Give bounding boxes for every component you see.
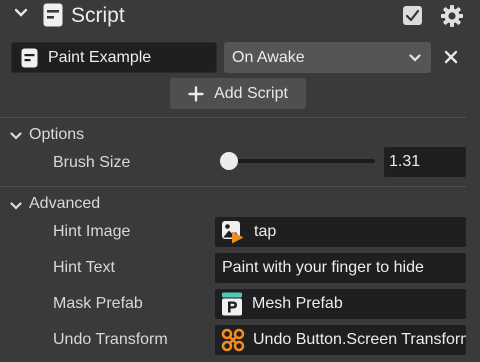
gear-icon[interactable] (440, 4, 464, 33)
brush-size-label: Brush Size (53, 154, 131, 171)
add-script-button[interactable]: Add Script (170, 78, 306, 109)
script-asset-icon (21, 48, 38, 67)
brush-size-slider[interactable] (220, 152, 375, 170)
collapse-chevron-icon[interactable] (14, 6, 28, 23)
event-dropdown-value: On Awake (232, 48, 305, 66)
slider-handle[interactable] (220, 152, 238, 170)
component-title: Script (71, 4, 125, 27)
enabled-checkbox[interactable] (403, 6, 422, 25)
mask-prefab-label: Mask Prefab (53, 295, 143, 312)
hint-image-field[interactable]: tap (215, 217, 466, 247)
divider (0, 186, 466, 187)
screen-transform-icon (221, 328, 245, 352)
image-asset-icon (222, 221, 244, 244)
undo-transform-label: Undo Transform (53, 331, 168, 348)
undo-transform-value: Undo Button.Screen Transform (253, 331, 466, 348)
script-asset-name: Paint Example (48, 48, 152, 66)
brush-size-value: 1.31 (389, 153, 421, 170)
close-icon[interactable] (444, 50, 458, 69)
hint-text-input[interactable]: Paint with your finger to hide (215, 253, 466, 283)
hint-image-label: Hint Image (53, 223, 131, 240)
chevron-down-icon (409, 53, 421, 62)
mask-prefab-value: Mesh Prefab (252, 295, 343, 312)
options-group-title: Options (29, 126, 85, 143)
script-icon (43, 3, 63, 32)
checkmark-icon (405, 9, 420, 22)
script-asset-field[interactable]: Paint Example (11, 42, 217, 73)
hint-image-value: tap (254, 223, 277, 240)
advanced-chevron-icon[interactable] (10, 198, 22, 216)
hint-text-value: Paint with your finger to hide (222, 259, 424, 276)
mask-prefab-field[interactable]: Mesh Prefab (215, 289, 466, 319)
prefab-asset-icon (222, 292, 242, 316)
event-dropdown[interactable]: On Awake (224, 42, 431, 73)
undo-transform-field[interactable]: Undo Button.Screen Transform (215, 325, 466, 355)
hint-text-label: Hint Text (53, 259, 115, 276)
divider (0, 117, 466, 118)
plus-icon (188, 85, 204, 102)
add-script-label: Add Script (214, 84, 288, 102)
slider-track (220, 159, 375, 163)
advanced-group-title: Advanced (29, 195, 101, 212)
options-chevron-icon[interactable] (10, 128, 22, 146)
brush-size-input[interactable]: 1.31 (384, 147, 466, 177)
